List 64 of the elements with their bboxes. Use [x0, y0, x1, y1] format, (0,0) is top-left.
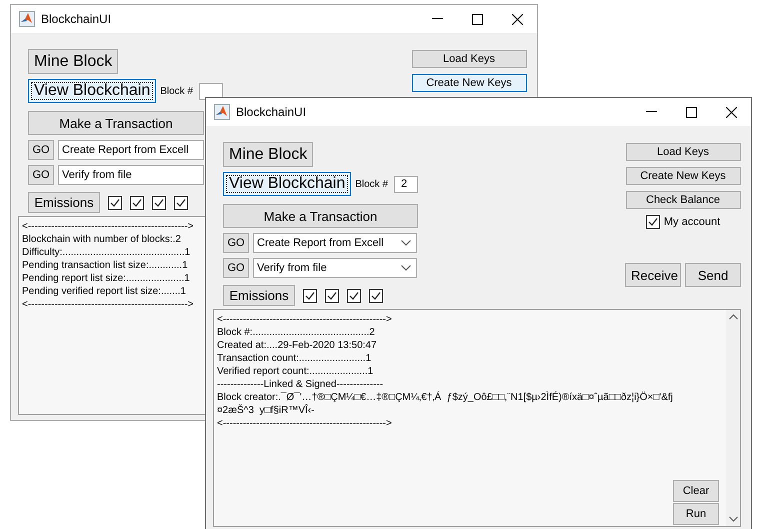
transfer-button[interactable]: Send — [685, 263, 741, 287]
block-number-label: Block # — [160, 86, 194, 96]
chevron-down-icon — [401, 265, 411, 271]
go-button[interactable]: GO — [28, 140, 54, 160]
output-line: ¤2æŠ^3 y□f§iR™VÎ‹- — [217, 404, 314, 417]
action-dropdown[interactable]: Verify from file — [58, 165, 204, 185]
output-line: Pending transaction list size:............1 — [22, 259, 188, 272]
mine-block-button[interactable]: Mine Block — [223, 142, 314, 167]
checkbox[interactable] — [369, 288, 383, 302]
block-number-field[interactable] — [199, 82, 224, 100]
action-dropdown[interactable]: Create Report from Excell — [253, 233, 417, 253]
output-line: Pending report list size:.....................1 — [22, 272, 190, 285]
output-line: Pending verified report list size:.......1 — [22, 285, 186, 298]
make-transaction-button[interactable]: Make a Transaction — [223, 204, 418, 228]
emissions-button[interactable]: Emissions — [28, 192, 100, 213]
checkbox[interactable] — [130, 196, 144, 210]
mine-block-button[interactable]: Mine Block — [28, 49, 118, 74]
block-number-label: Block # — [355, 178, 388, 190]
my-account-label: My account — [664, 216, 720, 228]
checkbox[interactable] — [108, 196, 122, 210]
output-line: Block #:..........................................2 — [217, 326, 375, 339]
scrollbar[interactable] — [726, 310, 740, 526]
checkbox[interactable] — [646, 215, 660, 229]
console-button[interactable]: Clear — [673, 480, 719, 502]
app-icon — [214, 104, 230, 120]
action-dropdown[interactable]: Verify from file — [253, 258, 417, 278]
make-transaction-button[interactable]: Make a Transaction — [28, 111, 204, 135]
output-line: <------------------------------------------------> — [22, 298, 194, 311]
checkbox[interactable] — [174, 196, 188, 210]
checkbox[interactable] — [325, 288, 339, 302]
output-line: Difficulty:............................................1 — [22, 246, 190, 259]
chevron-up-icon — [728, 314, 738, 320]
emissions-button[interactable]: Emissions — [223, 285, 295, 306]
view-blockchain-button[interactable]: View Blockchain — [223, 172, 352, 196]
view-blockchain-button[interactable]: View Blockchain — [28, 79, 156, 103]
console-button[interactable]: Run — [673, 503, 719, 525]
chevron-down-icon — [728, 516, 738, 522]
output-line: Blockchain with number of blocks:.2 — [22, 233, 181, 246]
app-icon — [19, 11, 35, 27]
transfer-button[interactable]: Receive — [625, 263, 681, 287]
output-line: --------------Linked & Signed-------------- — [217, 378, 384, 391]
window-title: BlockchainUI — [236, 105, 308, 119]
side-button[interactable]: Load Keys — [412, 50, 526, 68]
side-button[interactable]: Create New Keys — [626, 167, 740, 185]
window-title: BlockchainUI — [41, 12, 112, 26]
output-line: Created at:....29-Feb-2020 13:50:47 — [217, 339, 377, 352]
side-button[interactable]: Load Keys — [626, 143, 740, 161]
output-line: <-------------------------------------------------> — [217, 417, 392, 430]
go-button[interactable]: GO — [28, 165, 54, 185]
block-number-field[interactable]: 2 — [394, 176, 418, 192]
checkbox[interactable] — [152, 196, 166, 210]
action-dropdown[interactable]: Create Report from Excell — [58, 140, 204, 160]
go-button[interactable]: GO — [223, 258, 249, 278]
go-button[interactable]: GO — [223, 233, 249, 253]
output-line: Block creator:.¯Ø¯'…†®□ÇM¼□€…‡®□ÇM¼‚€†‚Á ƒ$zý_Oô£□□,¨N1[$µ›2ÌfÉ)®íxä□¤ˆµã□□ðz¦i}Ö×□'&fj — [217, 391, 673, 404]
chevron-down-icon — [401, 240, 411, 246]
checkbox[interactable] — [347, 288, 361, 302]
output-line: Verified report count:.....................1 — [217, 365, 374, 378]
checkbox[interactable] — [303, 288, 317, 302]
output-line: <-------------------------------------------------> — [217, 313, 392, 326]
side-button[interactable]: Create New Keys — [412, 74, 526, 92]
side-button[interactable]: Check Balance — [626, 191, 740, 209]
output-line: <------------------------------------------------> — [22, 220, 194, 233]
output-line: Transaction count:........................1 — [217, 352, 372, 365]
